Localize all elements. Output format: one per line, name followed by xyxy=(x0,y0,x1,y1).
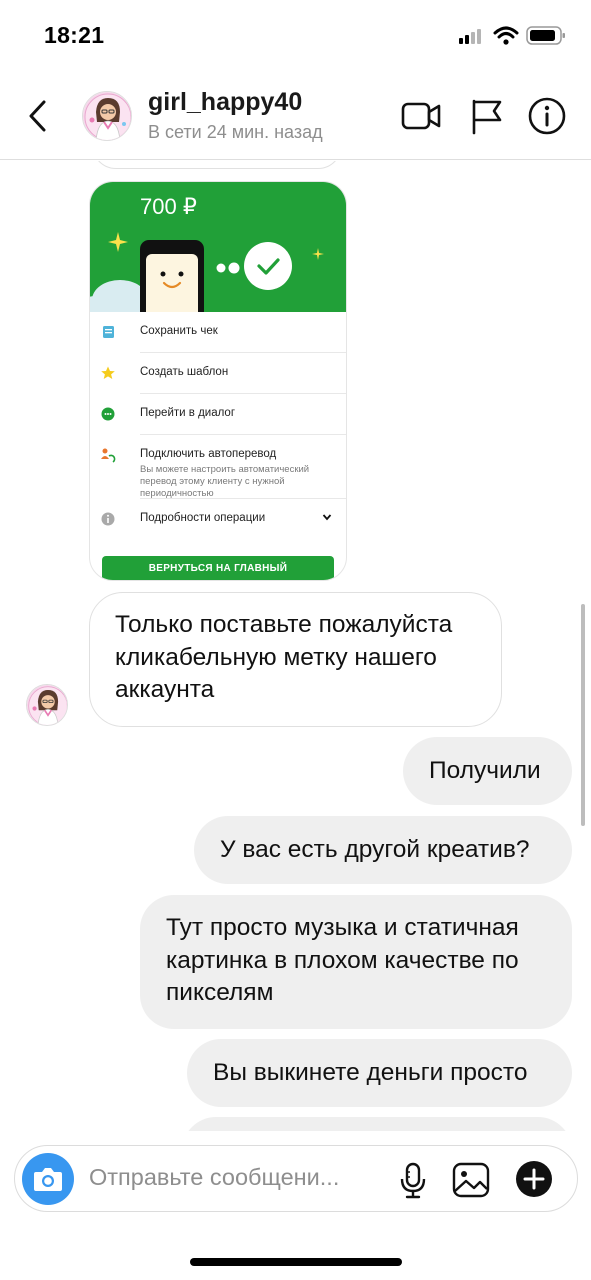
message-line: Вы выкинете деньги просто xyxy=(213,1059,528,1086)
receipt-action-label: Создать шаблон xyxy=(140,366,229,378)
home-indicator[interactable] xyxy=(190,1258,402,1266)
message-bubble-outgoing[interactable]: Вы выкинете деньги просто xyxy=(187,1039,572,1107)
message-bubble-outgoing-partial[interactable] xyxy=(182,1117,572,1131)
chat-scrollbar[interactable] xyxy=(581,604,585,826)
contact-avatar[interactable] xyxy=(82,91,132,141)
chat-header: girl_happy40 В сети 24 мин. назад xyxy=(0,70,591,160)
message-composer: Отправьте сообщени... xyxy=(14,1145,578,1212)
receipt-icon xyxy=(103,326,114,338)
gallery-button[interactable] xyxy=(451,1160,491,1200)
previous-message-bubble[interactable] xyxy=(92,161,342,169)
voice-message-button[interactable] xyxy=(393,1160,433,1200)
message-line: картинка в плохом качестве по xyxy=(166,946,519,974)
info-icon xyxy=(528,97,566,135)
receipt-action-label: Перейти в диалог xyxy=(140,407,236,419)
info-icon xyxy=(101,512,115,526)
camera-button[interactable] xyxy=(22,1153,74,1205)
message-bubble-outgoing[interactable]: Получили xyxy=(403,737,572,805)
message-bubble-outgoing[interactable]: У вас есть другой креатив? xyxy=(194,816,572,884)
message-thread[interactable]: 700 ₽ Сохранить чек Создать шаблон Перей… xyxy=(0,161,591,1131)
message-line: У вас есть другой креатив? xyxy=(220,836,530,863)
message-line: Тут просто музыка и статичная xyxy=(166,914,519,941)
avatar-image-icon xyxy=(83,92,131,140)
receipt-action-dialog[interactable]: Перейти в диалог xyxy=(101,394,346,435)
receipt-actions-list: Сохранить чек Создать шаблон Перейти в д… xyxy=(90,312,346,540)
report-button[interactable] xyxy=(468,96,508,136)
chevron-down-icon xyxy=(322,514,332,521)
receipt-action-save[interactable]: Сохранить чек xyxy=(103,312,346,353)
receipt-action-description: Вы можете настроить автоматический перев… xyxy=(140,464,310,499)
back-button[interactable] xyxy=(22,96,54,136)
more-options-button[interactable] xyxy=(514,1159,554,1199)
receipt-header: 700 ₽ xyxy=(90,182,346,312)
message-line: аккаунта xyxy=(115,676,215,703)
receipt-action-autotransfer[interactable]: Подключить автоперевод Вы можете настрои… xyxy=(101,435,346,499)
message-bubble-incoming[interactable]: Только поставьте пожалуйста кликабельную… xyxy=(89,592,502,727)
message-line: кликабельную метку нашего xyxy=(115,643,437,671)
image-gallery-icon xyxy=(452,1162,490,1198)
avatar-image-icon xyxy=(27,685,67,725)
chevron-left-icon xyxy=(29,100,46,132)
payment-success-illustration xyxy=(90,232,324,312)
receipt-action-label: Подробности операции xyxy=(140,512,266,524)
camera-icon xyxy=(34,1168,62,1191)
video-camera-icon xyxy=(401,102,441,130)
autotransfer-icon xyxy=(101,448,116,463)
message-input[interactable]: Отправьте сообщени... xyxy=(89,1164,379,1191)
status-icons xyxy=(459,24,569,48)
star-icon xyxy=(101,366,115,379)
video-call-button[interactable] xyxy=(400,96,441,136)
receipt-action-details[interactable]: Подробности операции xyxy=(101,499,346,540)
microphone-icon xyxy=(400,1162,426,1199)
sender-avatar[interactable] xyxy=(26,684,68,726)
conversation-info-button[interactable] xyxy=(527,96,567,136)
last-seen-status: В сети 24 мин. назад xyxy=(148,122,323,142)
status-time: 18:21 xyxy=(44,22,105,48)
message-line: пикселям xyxy=(166,979,274,1006)
receipt-action-label: Сохранить чек xyxy=(140,325,218,337)
shared-image-receipt[interactable]: 700 ₽ Сохранить чек Создать шаблон Перей… xyxy=(89,181,347,581)
plus-circle-icon xyxy=(516,1161,552,1197)
receipt-action-label: Подключить автоперевод xyxy=(140,448,277,460)
contact-username[interactable]: girl_happy40 xyxy=(148,88,302,117)
chat-icon xyxy=(101,407,115,421)
message-line: Получили xyxy=(429,757,541,784)
receipt-action-template[interactable]: Создать шаблон xyxy=(101,353,346,394)
receipt-return-button[interactable]: ВЕРНУТЬСЯ НА ГЛАВНЫЙ xyxy=(102,556,334,580)
flag-icon xyxy=(472,99,502,135)
signal-wifi-battery-icon xyxy=(459,26,565,45)
message-line: Только поставьте пожалуйста xyxy=(115,611,453,638)
status-bar: 18:21 xyxy=(0,0,591,70)
message-bubble-outgoing[interactable]: Тут просто музыка и статичная картинка в… xyxy=(140,895,572,1029)
